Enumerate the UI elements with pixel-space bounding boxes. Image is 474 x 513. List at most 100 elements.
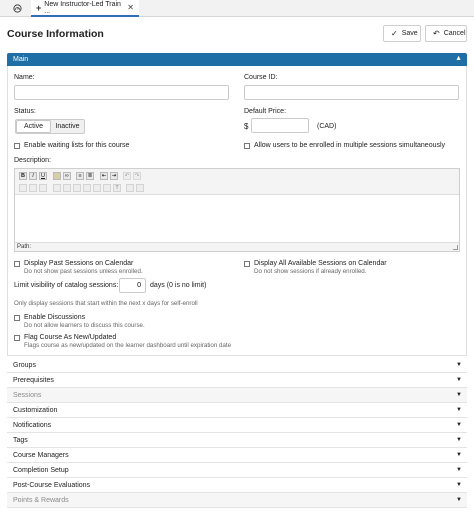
editor-toolbar: B I U ∞ ≡ ≣ ⇤ ⇥ ↶ ↷ T: [15, 169, 459, 195]
discussions-label: Enable Discussions: [24, 314, 86, 321]
visibility-input[interactable]: [119, 278, 146, 293]
section-label: Groups: [13, 361, 36, 369]
undo-edit-icon[interactable]: ↶: [123, 172, 131, 180]
delete-column-icon[interactable]: [83, 184, 91, 192]
tab-label: New Instructor-Led Train ...: [44, 0, 121, 15]
caret-down-icon: ▼: [456, 407, 462, 413]
flag-checkbox[interactable]: [14, 335, 20, 341]
past-sessions-checkbox[interactable]: [14, 261, 20, 267]
save-label: Save: [401, 30, 418, 37]
text-color-icon[interactable]: T: [113, 184, 121, 192]
caret-down-icon: ▼: [456, 377, 462, 383]
status-label: Status:: [14, 108, 36, 115]
bullet-list-icon[interactable]: ≡: [76, 172, 84, 180]
check-icon: ✓: [391, 29, 398, 38]
split-icon[interactable]: [63, 184, 71, 192]
tab-bar: + New Instructor-Led Train ... ✕: [0, 0, 474, 17]
merge-icon[interactable]: [53, 184, 61, 192]
currency-symbol: $: [244, 122, 249, 131]
code-icon[interactable]: [136, 184, 144, 192]
section-label: Post-Course Evaluations: [13, 481, 91, 489]
price-label: Default Price:: [244, 108, 287, 115]
section-completion-setup[interactable]: Completion Setup ▼: [7, 463, 467, 478]
section-customization[interactable]: Customization ▼: [7, 403, 467, 418]
waiting-list-checkbox[interactable]: [14, 143, 20, 149]
tab-new-course[interactable]: + New Instructor-Led Train ... ✕: [31, 0, 139, 17]
name-input[interactable]: [14, 85, 229, 100]
section-label: Notifications: [13, 421, 52, 429]
dashboard-icon: [12, 4, 22, 13]
past-sessions-hint: Do not show past sessions unless enrolle…: [24, 268, 143, 275]
section-notifications[interactable]: Notifications ▼: [7, 418, 467, 433]
multi-sessions-checkbox[interactable]: [244, 143, 250, 149]
name-label: Name:: [14, 74, 35, 81]
cancel-label: Cancel: [443, 30, 466, 37]
caret-down-icon: ▼: [456, 362, 462, 368]
main-panel-title: Main: [13, 56, 29, 63]
cancel-button[interactable]: ↶ Cancel: [425, 25, 467, 42]
section-label: Points & Rewards: [13, 496, 69, 504]
course-id-input[interactable]: [244, 85, 459, 100]
plus-icon: +: [36, 2, 42, 13]
undo-icon: ↶: [433, 29, 440, 38]
section-label: Customization: [13, 406, 58, 414]
section-points-rewards[interactable]: Points & Rewards ▼: [7, 493, 467, 508]
caret-down-icon: ▼: [456, 392, 462, 398]
flag-hint: Flags course as new/updated on the learn…: [24, 342, 232, 349]
section-prerequisites[interactable]: Prerequisites ▼: [7, 373, 467, 388]
indent-icon[interactable]: ⇥: [110, 172, 118, 180]
section-label: Tags: [13, 436, 28, 444]
section-label: Prerequisites: [13, 376, 54, 384]
section-sessions[interactable]: Sessions ▼: [7, 388, 467, 403]
home-tab[interactable]: [6, 2, 28, 15]
outdent-icon[interactable]: ⇤: [100, 172, 108, 180]
caret-down-icon: ▼: [456, 482, 462, 488]
visibility-label: Limit visibility of catalog sessions:: [14, 282, 119, 289]
page-title: Course Information: [7, 28, 104, 40]
delete-row-icon[interactable]: [73, 184, 81, 192]
section-course-managers[interactable]: Course Managers ▼: [7, 448, 467, 463]
link-icon[interactable]: ∞: [63, 172, 71, 180]
close-icon[interactable]: ✕: [127, 3, 134, 12]
bold-icon[interactable]: B: [19, 172, 27, 180]
all-sessions-hint: Do not show sessions if already enrolled…: [254, 268, 367, 275]
section-post-course-evaluations[interactable]: Post-Course Evaluations ▼: [7, 478, 467, 493]
description-editor[interactable]: B I U ∞ ≡ ≣ ⇤ ⇥ ↶ ↷ T Path:: [14, 168, 460, 252]
caret-down-icon: ▼: [456, 422, 462, 428]
all-sessions-label: Display All Available Sessions on Calend…: [254, 260, 387, 267]
section-groups[interactable]: Groups ▼: [7, 358, 467, 373]
redo-edit-icon[interactable]: ↷: [133, 172, 141, 180]
section-label: Completion Setup: [13, 466, 69, 474]
image-icon[interactable]: [53, 172, 61, 180]
status-inactive-option[interactable]: Inactive: [51, 120, 84, 133]
price-input[interactable]: [251, 118, 309, 133]
flag-label: Flag Course As New/Updated: [24, 334, 117, 341]
resize-grip-icon[interactable]: [453, 245, 458, 250]
all-sessions-checkbox[interactable]: [244, 261, 250, 267]
caret-down-icon: ▼: [456, 437, 462, 443]
numbered-list-icon[interactable]: ≣: [86, 172, 94, 180]
chevron-up-icon: ▲: [455, 55, 462, 62]
row-props-icon[interactable]: [103, 184, 111, 192]
status-toggle: Active Inactive: [15, 119, 85, 134]
cell-props-icon[interactable]: [93, 184, 101, 192]
caret-down-icon: ▼: [456, 452, 462, 458]
section-label: Sessions: [13, 391, 42, 399]
underline-icon[interactable]: U: [39, 172, 47, 180]
description-label: Description:: [14, 157, 51, 164]
discussions-hint: Do not allow learners to discuss this co…: [24, 322, 145, 329]
column-icon[interactable]: [39, 184, 47, 192]
main-panel-header[interactable]: Main ▲: [7, 53, 467, 66]
section-tags[interactable]: Tags ▼: [7, 433, 467, 448]
media-icon[interactable]: [126, 184, 134, 192]
discussions-checkbox[interactable]: [14, 315, 20, 321]
save-button[interactable]: ✓ Save: [383, 25, 421, 42]
course-id-label: Course ID:: [244, 74, 278, 81]
italic-icon[interactable]: I: [29, 172, 37, 180]
table-icon[interactable]: [19, 184, 27, 192]
row-icon[interactable]: [29, 184, 37, 192]
caret-down-icon: ▼: [456, 497, 462, 503]
multi-sessions-label: Allow users to be enrolled in multiple s…: [254, 142, 446, 149]
currency-code: (CAD): [317, 123, 337, 130]
status-active-option[interactable]: Active: [16, 120, 51, 133]
